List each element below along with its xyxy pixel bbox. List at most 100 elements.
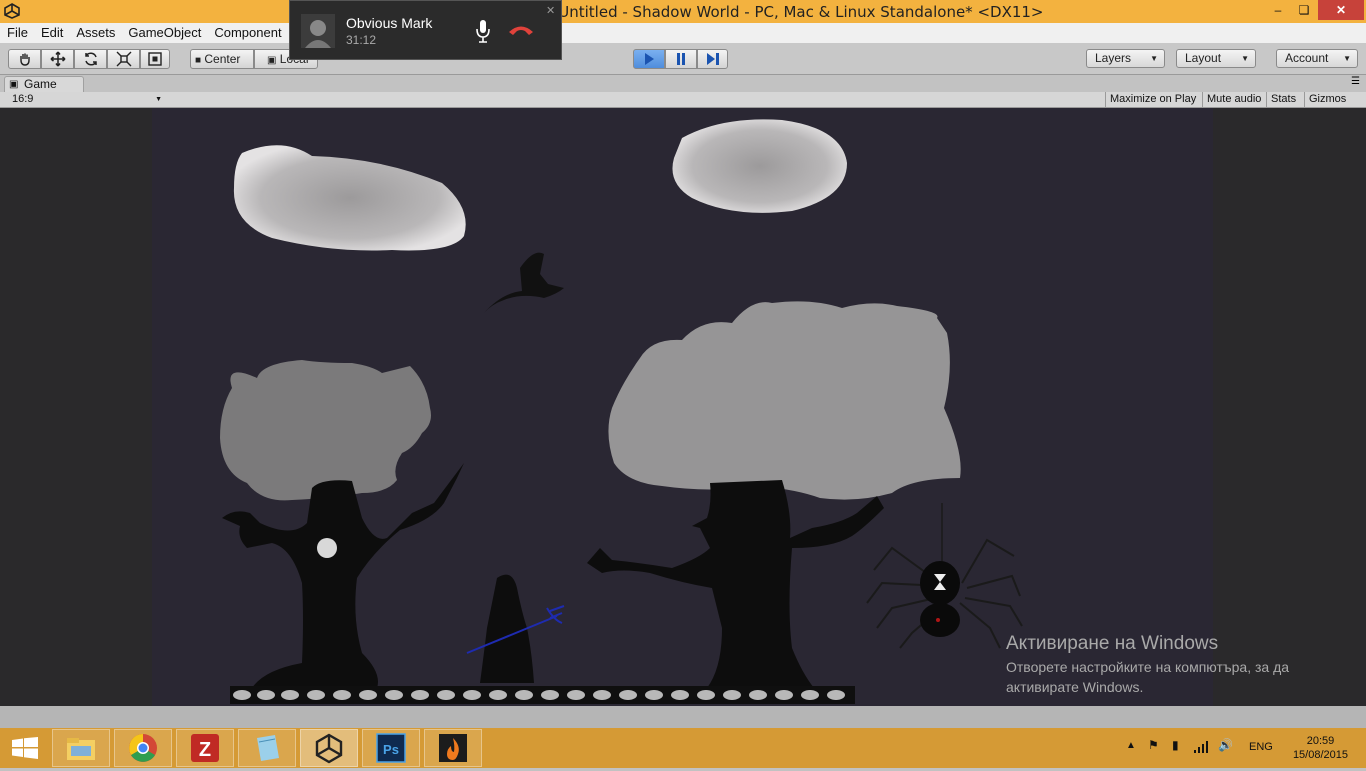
chevron-down-icon: ▼ <box>1150 54 1158 63</box>
rotate-tool-button[interactable] <box>74 49 107 69</box>
account-dropdown[interactable]: Account ▼ <box>1276 49 1358 68</box>
hand-icon <box>19 53 30 66</box>
show-hidden-icons[interactable]: ▲ <box>1126 740 1136 751</box>
flying-creature <box>484 252 564 313</box>
play-icon <box>645 53 654 65</box>
notepad-icon <box>257 735 279 761</box>
maximize-on-play-toggle[interactable]: Maximize on Play <box>1105 92 1200 108</box>
move-tool-button[interactable] <box>41 49 74 69</box>
window-title: Unity 5.0.2f1 Personal (64bit) - Untitle… <box>322 3 1044 21</box>
close-call-button[interactable]: ✕ <box>546 4 555 17</box>
folder-icon <box>67 738 95 760</box>
cloud-right <box>672 119 847 213</box>
clock-date: 15/08/2015 <box>1292 749 1348 761</box>
filezilla-icon: Z <box>191 734 219 762</box>
panel-tab-bar: ▣ Game ☰ <box>0 76 1366 92</box>
left-tree-foliage <box>220 360 431 501</box>
stats-toggle[interactable]: Stats <box>1266 92 1300 108</box>
svg-text:Z: Z <box>199 739 211 761</box>
tab-game-label: Game <box>24 77 57 91</box>
panel-menu-icon[interactable]: ☰ <box>1351 76 1360 87</box>
battery-icon[interactable]: ▮ <box>1172 738 1179 752</box>
account-label: Account <box>1285 51 1329 65</box>
minimize-button[interactable]: – <box>1264 0 1292 20</box>
unity-icon <box>315 733 343 764</box>
chevron-down-icon: ▼ <box>155 96 162 103</box>
pivot-label: Center <box>204 52 241 66</box>
cube-icon: ▣ <box>267 55 277 66</box>
cloud-left <box>233 145 466 251</box>
rect-tool-button[interactable] <box>140 49 170 69</box>
taskbar-notepad[interactable] <box>238 729 296 767</box>
microphone-icon[interactable] <box>475 19 491 43</box>
pivot-center-toggle[interactable]: ■ Center <box>190 49 254 69</box>
taskbar-chrome[interactable] <box>114 729 172 767</box>
activation-title: Активиране на Windows <box>1006 633 1219 654</box>
move-icon <box>50 51 65 67</box>
hang-up-icon[interactable] <box>507 23 535 37</box>
taskbar-photoshop[interactable]: Ps <box>362 729 420 767</box>
activation-line-1: Отворете настройките на компютъра, за да <box>1006 659 1290 675</box>
game-scene[interactable] <box>152 108 1213 706</box>
aspect-label: 16:9 <box>12 93 34 105</box>
game-view-toolbar: 16:9 ▼ Maximize on Play Mute audio Stats … <box>0 92 1366 108</box>
pause-icon <box>677 53 685 65</box>
scene-art <box>220 119 1023 704</box>
svg-text:Ps: Ps <box>383 742 399 757</box>
taskbar-fire-app[interactable] <box>424 729 482 767</box>
windows-start-icon[interactable] <box>12 737 38 759</box>
layers-label: Layers <box>1095 51 1132 65</box>
chrome-icon <box>129 734 157 762</box>
activation-line-2: активирате Windows. <box>1006 679 1144 695</box>
action-center-icon[interactable]: ⚑ <box>1148 738 1159 752</box>
play-button[interactable] <box>633 49 665 69</box>
menu-gameobject[interactable]: GameObject <box>121 23 207 40</box>
taskbar-file-explorer[interactable] <box>52 729 110 767</box>
pause-button[interactable] <box>665 49 697 69</box>
game-viewport[interactable]: Активиране на Windows Отворете настройки… <box>0 108 1366 706</box>
call-notification: Obvious Mark 31:12 ✕ <box>289 0 562 60</box>
fire-icon <box>439 734 467 762</box>
menu-component[interactable]: Component <box>207 23 287 40</box>
chevron-down-icon: ▼ <box>1343 54 1351 63</box>
close-button[interactable]: ✕ <box>1318 0 1364 20</box>
title-bar: Unity 5.0.2f1 Personal (64bit) - Untitle… <box>0 0 1366 23</box>
layout-label: Layout <box>1185 51 1222 65</box>
windows-activation-watermark: Активиране на Windows Отворете настройки… <box>1006 633 1289 697</box>
avatar <box>301 14 335 48</box>
step-icon <box>706 53 719 65</box>
maximize-button[interactable]: ❏ <box>1290 0 1318 20</box>
status-bar <box>0 706 1366 728</box>
left-tree-trunk <box>222 463 464 688</box>
aspect-ratio-dropdown[interactable]: 16:9 ▼ <box>6 92 166 107</box>
pivot-icon: ■ <box>195 55 202 66</box>
volume-icon[interactable]: 🔊 <box>1218 738 1233 752</box>
hand-tool-button[interactable] <box>8 49 41 69</box>
layout-dropdown[interactable]: Layout ▼ <box>1176 49 1256 68</box>
taskbar-unity[interactable] <box>300 729 358 767</box>
taskbar: Z Ps ▲ ⚑ ▮ 🔊 ENG 20:59 15/08/2015 <box>0 728 1366 768</box>
mute-audio-toggle[interactable]: Mute audio <box>1202 92 1265 108</box>
caller-name: Obvious Mark <box>346 15 433 31</box>
taskbar-filezilla[interactable]: Z <box>176 729 234 767</box>
game-controller-icon: ▣ <box>9 79 19 90</box>
menu-file[interactable]: File <box>0 23 34 40</box>
rotate-icon <box>84 52 97 66</box>
step-button[interactable] <box>697 49 728 69</box>
layers-dropdown[interactable]: Layers ▼ <box>1086 49 1165 68</box>
menu-assets[interactable]: Assets <box>69 23 121 40</box>
call-duration: 31:12 <box>346 33 377 47</box>
trident-head <box>546 605 565 624</box>
menu-edit[interactable]: Edit <box>34 23 69 40</box>
language-indicator[interactable]: ENG <box>1249 741 1273 753</box>
main-toolbar: ■ Center ▣ Local Layers▼ Layout▼ Account… <box>0 43 1366 75</box>
spider-eye <box>936 618 940 622</box>
scale-tool-button[interactable] <box>107 49 140 69</box>
clock[interactable]: 20:59 15/08/2015 <box>1293 734 1348 762</box>
tree-hollow <box>317 538 337 558</box>
right-tree-foliage <box>608 301 961 500</box>
tab-game[interactable]: ▣ Game <box>4 76 84 92</box>
clock-time: 20:59 <box>1306 735 1335 747</box>
gizmos-dropdown[interactable]: Gizmos <box>1304 92 1350 108</box>
signal-icon[interactable] <box>1194 741 1210 753</box>
